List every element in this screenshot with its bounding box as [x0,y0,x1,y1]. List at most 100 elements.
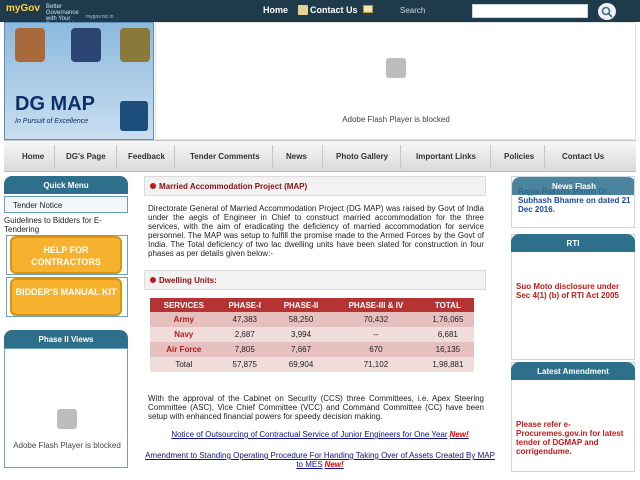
table-cell: 1,98,881 [421,357,474,372]
table-row: Air Force 7,805 7,667 670 16,135 [150,342,474,357]
nav-divider [272,145,273,169]
search-bar: Search [392,1,622,21]
table-cell: 6,681 [421,327,474,342]
quick-menu-tender-notice[interactable]: Tender Notice [4,196,128,213]
search-button[interactable] [598,3,616,20]
search-input[interactable] [472,4,588,18]
bullet-icon [150,183,156,189]
table-header-row: SERVICES PHASE-I PHASE-II PHASE-III & IV… [150,298,474,312]
table-cell: 3,994 [271,327,331,342]
table-header: TOTAL [421,298,474,312]
new-badge: New! [324,460,344,469]
amendment-sop-text: Amendment to Standing Operating Procedur… [145,451,495,469]
section-dwelling-title: Dwelling Units: [159,276,217,285]
airforce-emblem-icon [120,28,150,62]
latest-amendment-text[interactable]: Please refer e-Procuremes.gov.in for lat… [516,420,630,456]
mygov-logo[interactable]: myGov Better Governance with Your Partne… [6,2,156,28]
committees-text: With the approval of the Cabinet on Secu… [148,394,484,421]
table-cell: 69,904 [271,357,331,372]
table-header: PHASE-III & IV [330,298,422,312]
rti-header: RTI [511,234,635,252]
navy-emblem-icon [71,28,101,62]
table-cell: Army [150,312,218,327]
site-subtitle: In Pursuit of Excellence [15,118,89,125]
nav-divider [174,145,175,169]
table-cell: 1,76,065 [421,312,474,327]
table-cell: Air Force [150,342,218,357]
map-description: Directorate General of Married Accommoda… [148,204,484,258]
table-header: PHASE-I [217,298,272,312]
table-cell: 16,135 [421,342,474,357]
banner: DG MAP In Pursuit of Excellence [4,22,154,140]
notice-outsourcing-text: Notice of Outsourcing of Contractual Ser… [171,430,448,439]
phase2-views-header: Phase II Views [4,330,128,348]
mail-icon[interactable] [363,5,373,13]
table-row: Navy 2,687 3,994 -- 6,681 [150,327,474,342]
new-badge: New! [449,430,469,439]
army-emblem-icon [15,28,45,62]
search-icon [601,6,613,18]
latest-amendment-header: Latest Amendment [511,362,635,380]
table-cell: 7,667 [271,342,331,357]
table-cell: 57,875 [217,357,272,372]
nav-important-links[interactable]: Important Links [416,152,476,161]
section-map-heading: Married Accommodation Project (MAP) [144,176,486,196]
home-icon [298,5,308,15]
table-row: Total 57,875 69,904 71,102 1,98,881 [150,357,474,372]
news-flash-box: Rajya Raksha Mantri Dr. Subhash Bhamre o… [511,176,635,228]
phase2-flash-plugin[interactable]: Adobe Flash Player is blocked [4,348,128,468]
nav-home[interactable]: Home [22,152,44,161]
table-cell: 7,805 [217,342,272,357]
plugin-puzzle-icon [57,409,77,429]
nav-tender-comments[interactable]: Tender Comments [190,152,260,161]
top-home-link[interactable]: Home [263,5,288,15]
help-for-contractors-button[interactable]: HELP FOR CONTRACTORS [10,236,122,274]
rti-disclosure-link[interactable]: Suo Moto disclosure under Sec 4(1) (b) o… [516,282,630,300]
nav-divider [490,145,491,169]
bidders-manual-kit-button[interactable]: BIDDER'S MANUAL KIT [10,278,122,316]
search-label: Search [400,6,426,15]
table-row: Army 47,383 58,250 70,432 1,76,065 [150,312,474,327]
top-contact-link[interactable]: Contact Us [310,5,358,15]
dwelling-units-table: SERVICES PHASE-I PHASE-II PHASE-III & IV… [150,298,474,372]
dgmap-badge-icon [120,101,148,131]
table-cell: Total [150,357,218,372]
nav-divider [54,145,55,169]
guidelines-link[interactable]: Guidelines to Bidders for E-Tendering [4,216,114,234]
flash-blocked-text: Adobe Flash Player is blocked [13,441,121,450]
nav-policies[interactable]: Policies [504,152,534,161]
nav-news[interactable]: News [286,152,307,161]
plugin-puzzle-icon [386,58,406,78]
top-bar: myGov Better Governance with Your Partne… [0,0,640,28]
news-flash-header: News Flash [512,177,634,195]
flash-blocked-text: Adobe Flash Player is blocked [342,115,450,124]
nav-contact-us[interactable]: Contact Us [562,152,604,161]
notice-outsourcing-link[interactable]: Notice of Outsourcing of Contractual Ser… [142,430,498,439]
main-nav: Home DG's Page Feedback Tender Comments … [4,140,636,172]
flash-plugin-top[interactable]: Adobe Flash Player is blocked [155,22,636,140]
table-cell: 47,383 [217,312,272,327]
table-cell: 670 [330,342,422,357]
amendment-sop-link[interactable]: Amendment to Standing Operating Procedur… [142,451,498,469]
bullet-icon [150,277,156,283]
table-cell: 58,250 [271,312,331,327]
nav-divider [322,145,323,169]
nav-divider [400,145,401,169]
nav-photo-gallery[interactable]: Photo Gallery [336,152,388,161]
quick-menu-header: Quick Menu [4,176,128,194]
mygov-url: mygov.nic.in [86,14,114,20]
nav-divider [116,145,117,169]
table-cell: Navy [150,327,218,342]
nav-divider [544,145,545,169]
table-cell: -- [330,327,422,342]
table-cell: 71,102 [330,357,422,372]
section-dwelling-heading: Dwelling Units: [144,270,486,290]
mygov-logo-text: myGov [6,3,40,14]
table-cell: 70,432 [330,312,422,327]
nav-feedback[interactable]: Feedback [128,152,165,161]
table-cell: 2,687 [217,327,272,342]
section-map-title: Married Accommodation Project (MAP) [159,182,308,191]
table-header: SERVICES [150,298,218,312]
nav-dgs-page[interactable]: DG's Page [66,152,106,161]
site-title: DG MAP [15,93,95,115]
